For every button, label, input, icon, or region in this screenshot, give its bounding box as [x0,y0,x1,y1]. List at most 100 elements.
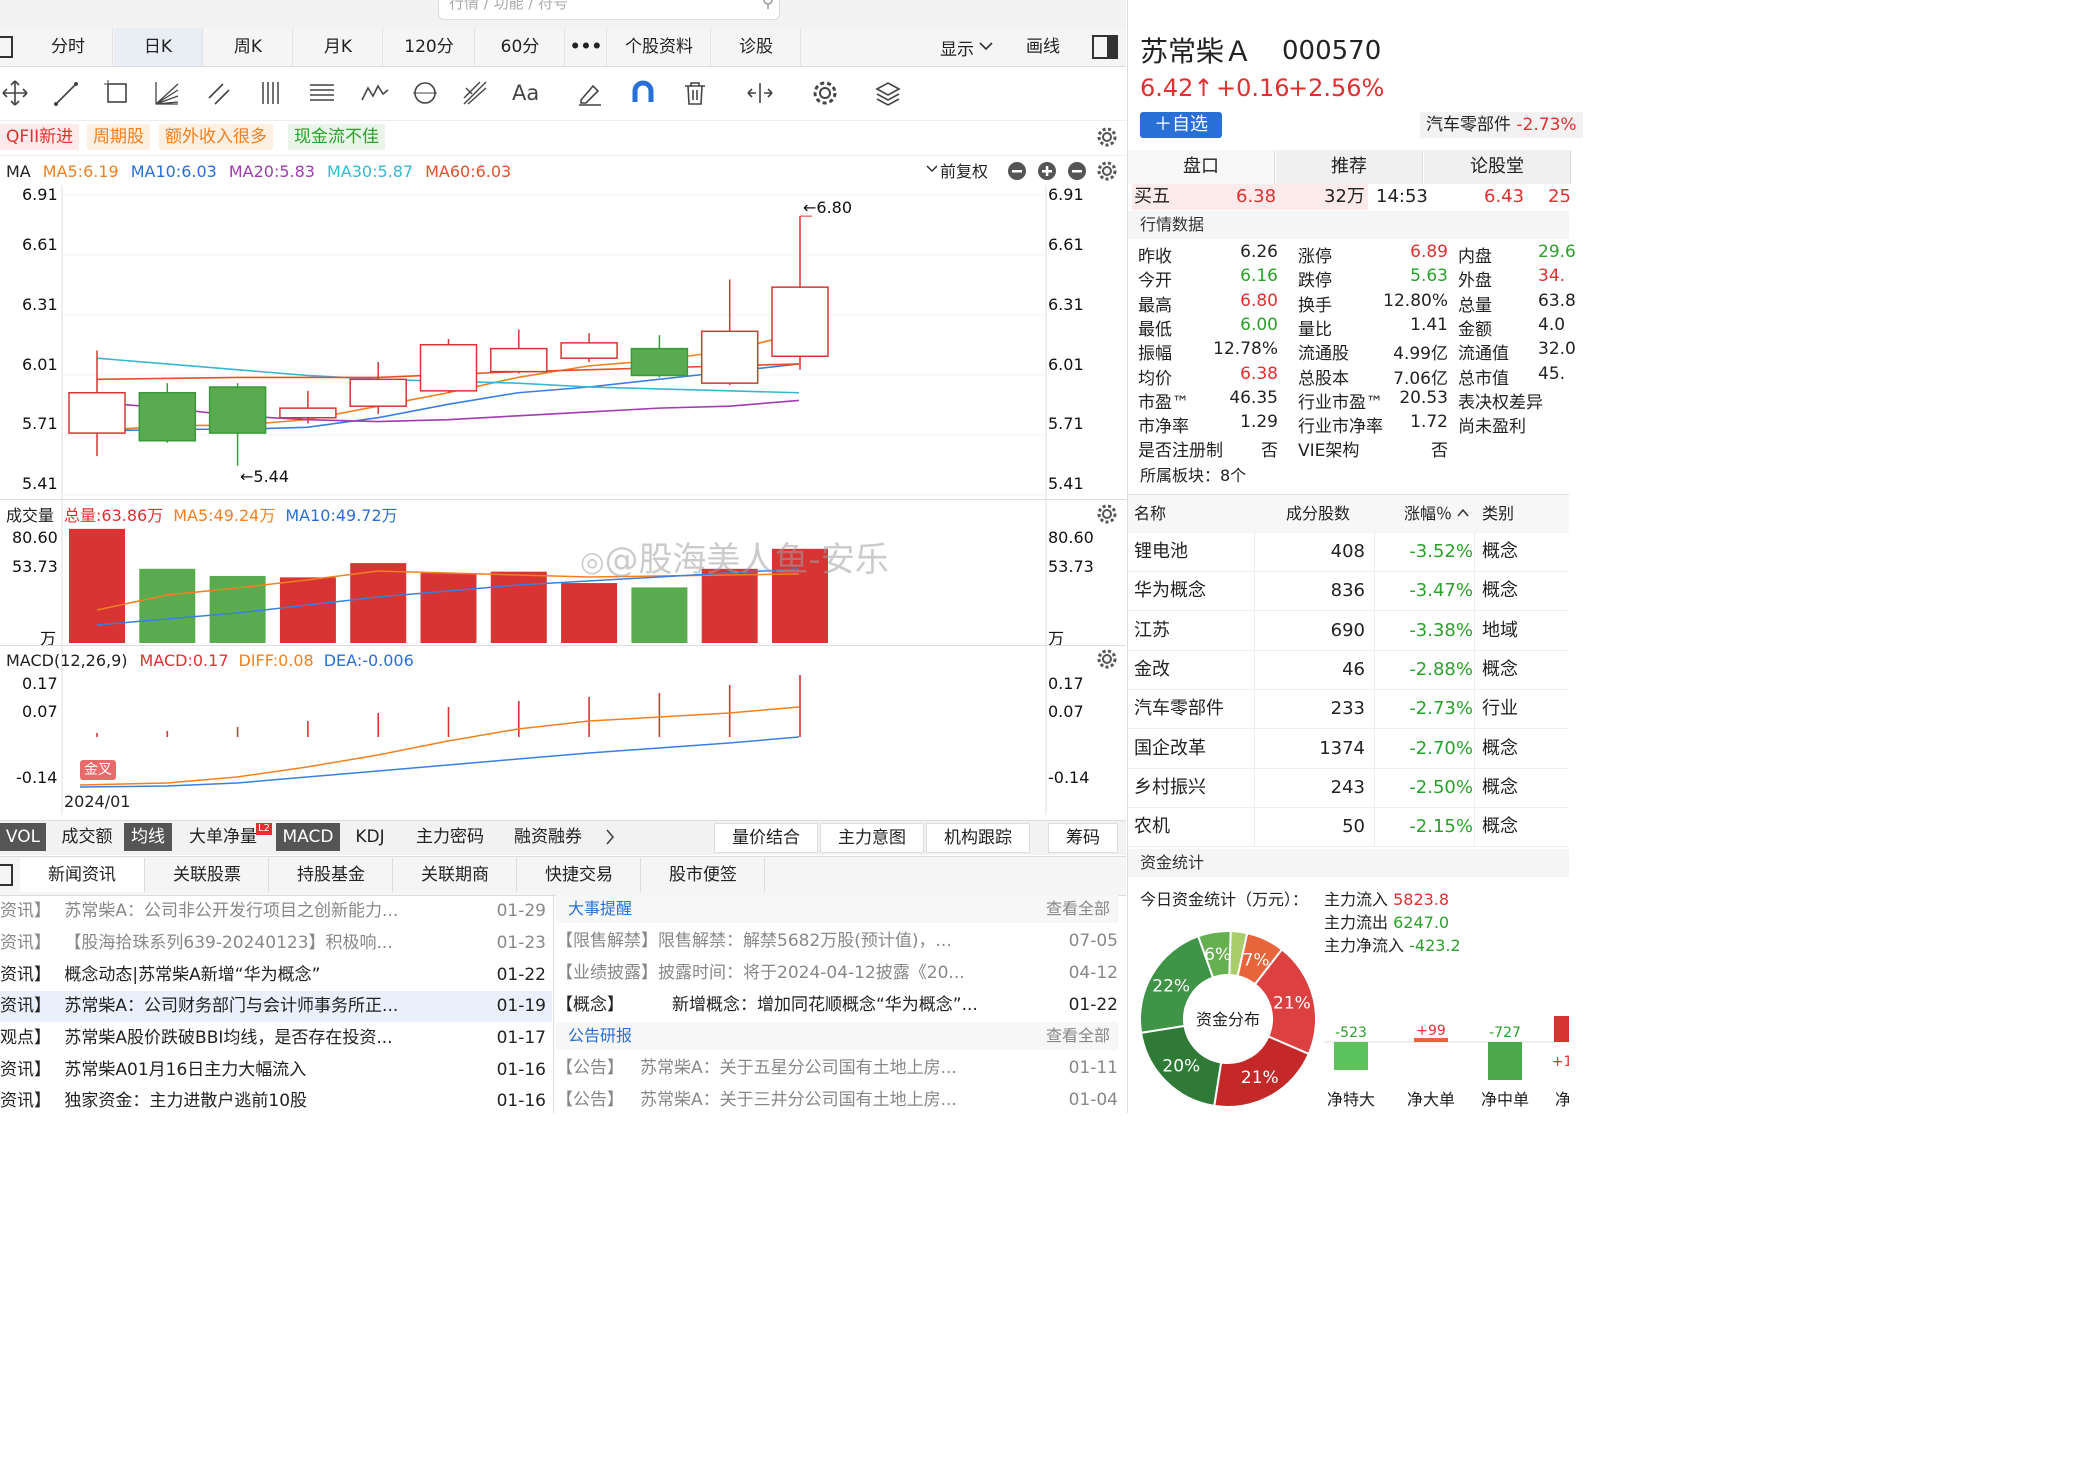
tab-forum[interactable]: 论股堂 [1424,150,1571,184]
search-input[interactable]: 行情 / 功能 / 符号 [438,0,780,20]
sector-row[interactable]: 华为概念 836 -3.47% 概念 [1128,571,1569,612]
cycle-icon[interactable] [410,78,440,108]
report-item[interactable]: 【公告】 苏常柴A：关于三井分公司国有土地上房... 01-04 [556,1085,1118,1116]
tab-big-order[interactable]: 大单净量 [180,823,266,851]
draw-line-button[interactable]: 画线 [1026,28,1060,66]
report-item[interactable]: 【公告】 苏常柴A：关于五星分公司国有土地上房... 01-11 [556,1053,1118,1084]
event-item[interactable]: 【限售解禁】限售解禁：解禁5682万股(预计值)，... 07-05 [556,926,1118,957]
panel-toggle-icon[interactable] [1091,34,1119,60]
zoom-in-icon[interactable] [1038,162,1056,180]
sidebar-toggle-icon[interactable] [0,862,16,888]
tab-main-force[interactable]: 主力密码 [404,823,496,851]
more-periods-button[interactable]: ••• [566,28,607,66]
rectangle-tool-icon[interactable] [102,78,132,108]
line-segment-icon[interactable] [52,78,82,108]
tab-intraday[interactable]: 分时 [24,28,113,66]
news-item[interactable]: 资讯】 苏常柴A01月16日主力大幅流入 01-16 [0,1055,552,1086]
sector-row[interactable]: 金改 46 -2.88% 概念 [1128,649,1569,690]
tab-related-futures[interactable]: 关联期商 [394,858,517,892]
tab-kdj[interactable]: KDJ [346,823,394,851]
trash-icon[interactable] [680,78,710,108]
channel-icon[interactable] [205,78,235,108]
news-item[interactable]: 资讯】 苏常柴A：公司财务部门与会计师事务所正... 01-19 [0,991,552,1022]
tab-vol[interactable]: VOL [0,823,46,851]
sidebar-toggle-icon[interactable] [0,35,16,59]
tab-turnover[interactable]: 成交额 [54,823,120,851]
adjust-dropdown[interactable]: 前复权 [924,158,988,182]
industry-badge[interactable]: 汽车零部件 -2.73% [1420,112,1583,138]
news-item[interactable]: 资讯】 苏常柴A：公司非公开发行项目之创新能力... 01-29 [0,896,552,927]
tab-notes[interactable]: 股市便签 [642,858,765,892]
tab-recommend[interactable]: 推荐 [1276,150,1423,184]
horizontal-lines-icon[interactable] [307,78,337,108]
microphone-icon[interactable] [760,0,776,10]
display-dropdown[interactable]: 显示 [940,28,996,66]
tab-monthly-k[interactable]: 月K [294,28,383,66]
gear-icon[interactable] [1096,126,1118,148]
chevron-right-icon[interactable] [602,826,618,848]
tab-institution[interactable]: 机构跟踪 [926,823,1030,853]
tag-qfii[interactable]: QFII新进 [0,124,80,150]
tab-daily-k[interactable]: 日K [114,28,203,66]
view-all-link[interactable]: 查看全部 [1046,1022,1110,1050]
tab-main-intent[interactable]: 主力意图 [820,823,924,853]
tab-related-stocks[interactable]: 关联股票 [146,858,269,892]
tab-margin[interactable]: 融资融券 [502,823,594,851]
sector-row[interactable]: 农机 50 -2.15% 概念 [1128,807,1569,848]
gear-icon[interactable] [1096,648,1118,670]
col-category[interactable]: 类别 [1482,495,1514,533]
sort-up-icon[interactable] [1456,507,1470,519]
display-label: 显示 [940,39,974,60]
tab-diagnose[interactable]: 诊股 [712,28,801,66]
col-change[interactable]: 涨幅％ [1404,495,1452,533]
tab-60min[interactable]: 60分 [476,28,565,66]
event-item[interactable]: 【概念】 新增概念：增加同花顺概念“华为概念”... 01-22 [556,990,1118,1021]
weibo-icon: ◎ [580,545,605,578]
tag-extra-income[interactable]: 额外收入很多 [159,124,273,150]
tab-weekly-k[interactable]: 周K [204,28,293,66]
gear-icon[interactable] [1096,503,1118,525]
tag-cyclical[interactable]: 周期股 [87,124,150,150]
tab-order-book[interactable]: 盘口 [1128,150,1275,184]
tab-ma[interactable]: 均线 [124,823,172,851]
tab-volume-price[interactable]: 量价结合 [714,823,818,853]
tab-holding-funds[interactable]: 持股基金 [270,858,393,892]
eraser-icon[interactable] [575,78,605,108]
news-item[interactable]: 观点】 苏常柴A股价跌破BBI均线，是否存在投资... 01-17 [0,1023,552,1054]
news-item[interactable]: 资讯】 独家资金：主力进散户逃前10股 01-16 [0,1086,552,1117]
sector-row[interactable]: 锂电池 408 -3.52% 概念 [1128,532,1569,572]
tab-news[interactable]: 新闻资讯 [20,858,145,892]
event-item[interactable]: 【业绩披露】披露时间：将于2024-04-12披露《20... 04-12 [556,958,1118,989]
tag-cashflow[interactable]: 现金流不佳 [288,124,385,150]
zoom-out-icon[interactable] [1008,162,1026,180]
sector-row[interactable]: 国企改革 1374 -2.70% 概念 [1128,728,1569,769]
gear-icon[interactable] [1097,161,1117,181]
remove-indicator-icon[interactable] [1068,162,1086,180]
tab-120min[interactable]: 120分 [384,28,475,66]
add-watchlist-button[interactable]: ＋自选 [1140,112,1222,138]
tab-chips[interactable]: 筹码 [1048,823,1118,853]
news-item[interactable]: 资讯】 概念动态|苏常柴A新增“华为概念” 01-22 [0,960,552,991]
sector-row[interactable]: 江苏 690 -3.38% 地域 [1128,610,1569,651]
expand-horizontal-icon[interactable] [745,78,775,108]
layers-icon[interactable] [873,78,903,108]
magnet-icon[interactable] [628,78,658,108]
view-all-link[interactable]: 查看全部 [1046,895,1110,923]
gann-icon[interactable] [460,78,490,108]
sector-row[interactable]: 汽车零部件 233 -2.73% 行业 [1128,689,1569,730]
vertical-lines-icon[interactable] [257,78,287,108]
col-count[interactable]: 成分股数 [1286,495,1350,533]
gear-icon[interactable] [810,78,840,108]
tab-quick-trade[interactable]: 快捷交易 [518,858,641,892]
tab-stock-profile[interactable]: 个股资料 [608,28,711,66]
sector-row[interactable]: 乡村振兴 243 -2.50% 概念 [1128,767,1569,808]
fund-bar-label: 净小 [1555,1090,1569,1109]
wave-icon[interactable] [360,78,390,108]
news-item[interactable]: 资讯】 【股海拾珠系列639-20240123】积极响... 01-23 [0,928,552,959]
move-cross-icon[interactable] [0,78,30,108]
tab-macd[interactable]: MACD [276,823,340,851]
col-name[interactable]: 名称 [1134,495,1166,533]
text-tool-icon[interactable]: Aa [512,78,542,108]
fan-lines-icon[interactable] [152,78,182,108]
sector-count[interactable]: 所属板块：8个 [1140,462,1246,486]
